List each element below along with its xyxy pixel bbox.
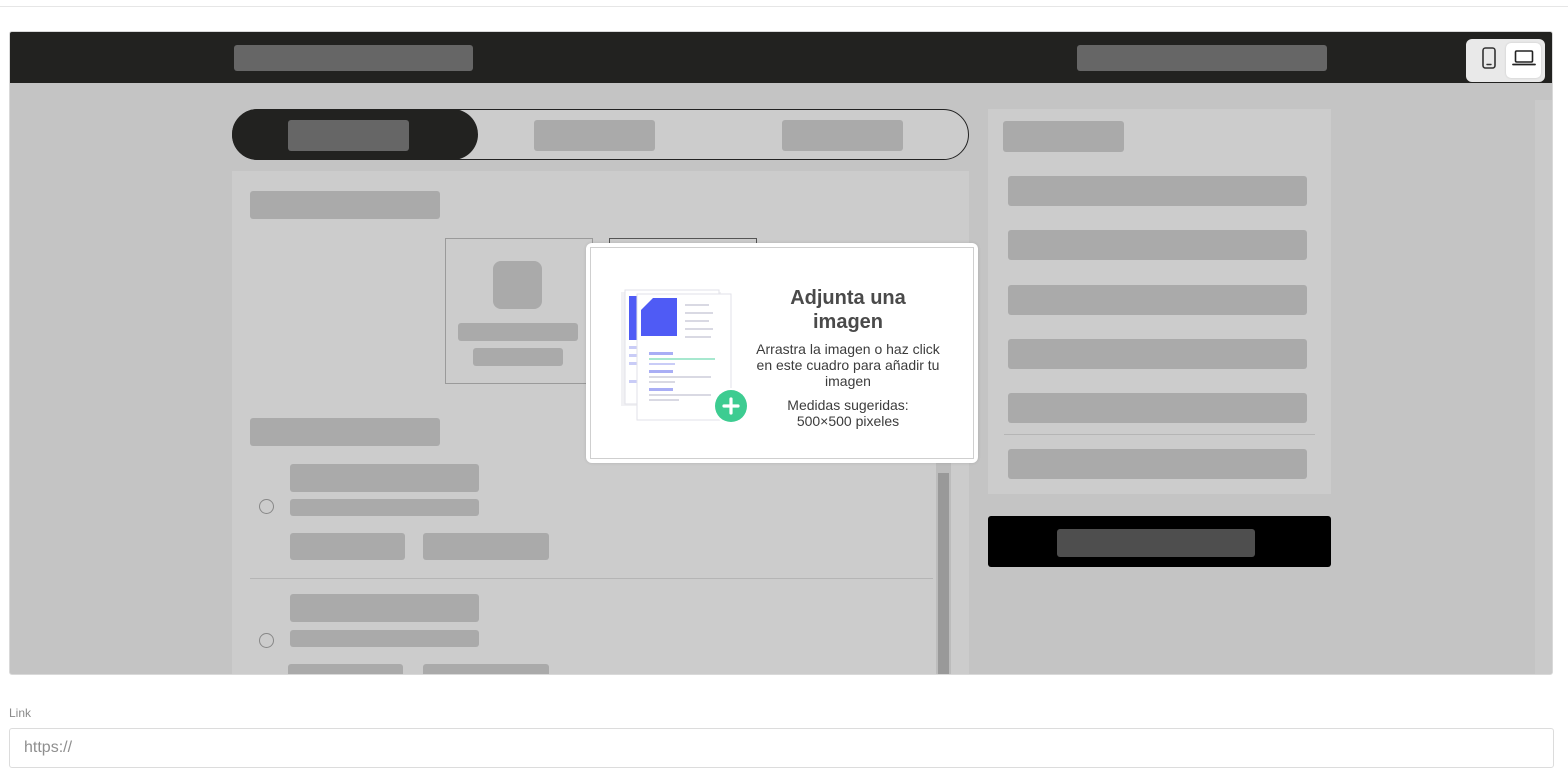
documents-add-icon (621, 286, 753, 431)
side-title-placeholder (1003, 121, 1124, 152)
option-card-image-placeholder (493, 261, 542, 309)
list-item-chip-placeholder (288, 664, 403, 674)
preview-scroll-track (1535, 100, 1552, 674)
list-item-line-placeholder (290, 499, 479, 516)
list-scroll-thumb[interactable] (938, 473, 949, 674)
mobile-icon (1481, 47, 1496, 74)
upload-title: Adjunta una imagen (790, 287, 906, 333)
side-divider (1004, 434, 1315, 435)
upload-size-hint-line1: Medidas sugeridas: (787, 397, 909, 413)
section-title-placeholder (250, 191, 440, 219)
upload-description: Arrastra la imagen o haz click en este c… (756, 341, 940, 389)
option-card-line-placeholder (473, 348, 563, 366)
list-item-title-placeholder (290, 464, 479, 492)
header-logo-placeholder (234, 45, 473, 71)
list-item-line-placeholder (290, 630, 479, 647)
option-card-line-placeholder (458, 323, 578, 341)
tab-label-placeholder (534, 120, 655, 151)
top-divider (0, 6, 1568, 7)
image-upload-dropzone[interactable]: Adjunta una imagen Arrastra la imagen o … (586, 243, 978, 463)
side-field-placeholder (1008, 449, 1307, 479)
list-item-chip-placeholder (423, 664, 549, 674)
radio-placeholder (259, 499, 274, 514)
mobile-view-button[interactable] (1471, 43, 1506, 78)
side-field-placeholder (1008, 230, 1307, 260)
upload-size-hint-line2: 500×500 pixeles (796, 413, 900, 429)
header-nav-placeholder (1077, 45, 1327, 71)
list-divider (250, 578, 933, 579)
laptop-icon (1511, 49, 1536, 72)
side-field-placeholder (1008, 339, 1307, 369)
list-item-title-placeholder (290, 594, 479, 622)
list-item-chip-placeholder (423, 533, 549, 560)
radio-placeholder (259, 633, 274, 648)
section-title-placeholder (250, 418, 440, 446)
tab-label-placeholder (288, 120, 409, 151)
upload-size-hint: Medidas sugeridas: 500×500 pixeles (755, 397, 941, 429)
tab-label-placeholder (782, 120, 903, 151)
side-field-placeholder (1008, 393, 1307, 423)
list-item-chip-placeholder (290, 533, 405, 560)
side-field-placeholder (1008, 285, 1307, 315)
link-input[interactable] (9, 728, 1554, 768)
side-field-placeholder (1008, 176, 1307, 206)
desktop-view-button[interactable] (1506, 43, 1541, 78)
device-toggle (1466, 39, 1545, 82)
cta-label-placeholder (1057, 529, 1255, 557)
link-label: Link (9, 706, 32, 720)
